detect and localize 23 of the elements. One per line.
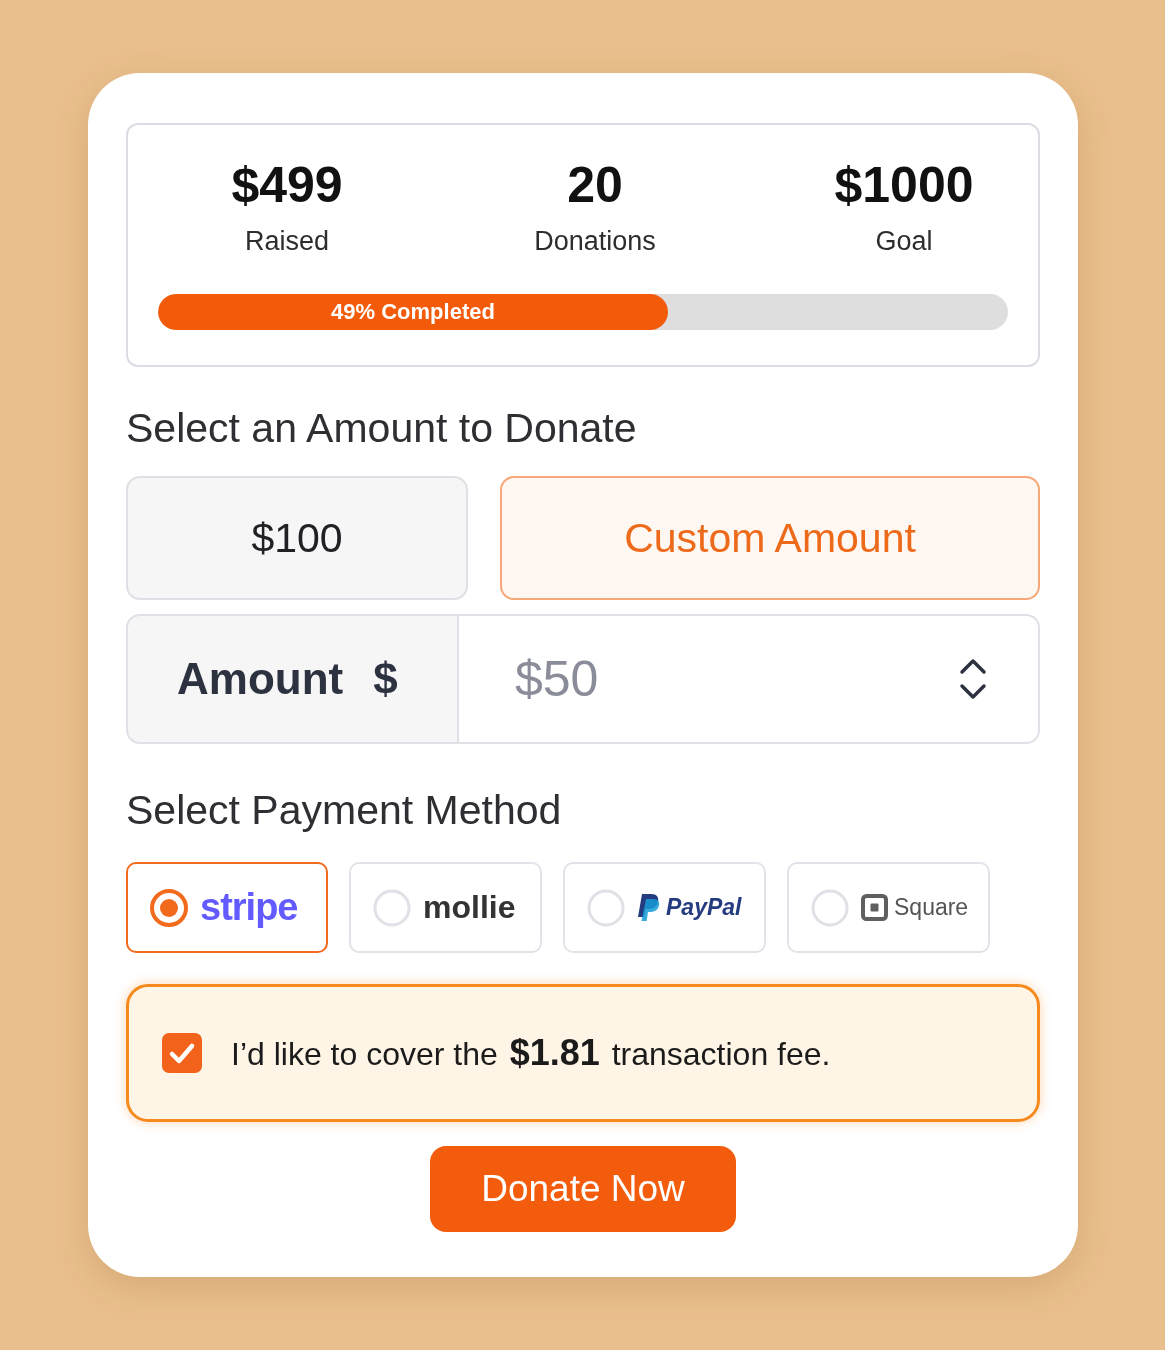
- section-heading: Select an Amount to Donate: [126, 406, 637, 450]
- checkbox[interactable]: [162, 1033, 202, 1073]
- square-icon: [861, 894, 888, 921]
- stat-label: Raised: [244, 225, 329, 257]
- radio-button[interactable]: [150, 888, 188, 927]
- currency-symbol: $: [373, 654, 398, 704]
- stat-label: Donations: [534, 225, 656, 257]
- amount-input[interactable]: $50: [459, 614, 1040, 744]
- progress-label: 49% Completed: [331, 299, 495, 325]
- payment-option[interactable]: Square: [787, 862, 990, 953]
- stat-value: $1000: [834, 157, 974, 213]
- amount-option[interactable]: $100: [126, 476, 468, 600]
- section-heading: Select Payment Method: [126, 788, 562, 832]
- p-logo-icon: [637, 894, 660, 921]
- amount-label: Amount: [177, 654, 344, 704]
- chevron-up-down-icon[interactable]: [958, 657, 988, 701]
- fee-text: I’d like to cover the $1.81 transaction fee.: [231, 1032, 831, 1074]
- payment-option[interactable]: mollie: [349, 862, 542, 953]
- payment-option[interactable]: PayPal: [563, 862, 766, 953]
- stat-label: Goal: [875, 225, 933, 257]
- stat-value: 20: [567, 157, 623, 213]
- payment-option[interactable]: stripe: [126, 862, 328, 953]
- stat-value: $499: [231, 157, 343, 213]
